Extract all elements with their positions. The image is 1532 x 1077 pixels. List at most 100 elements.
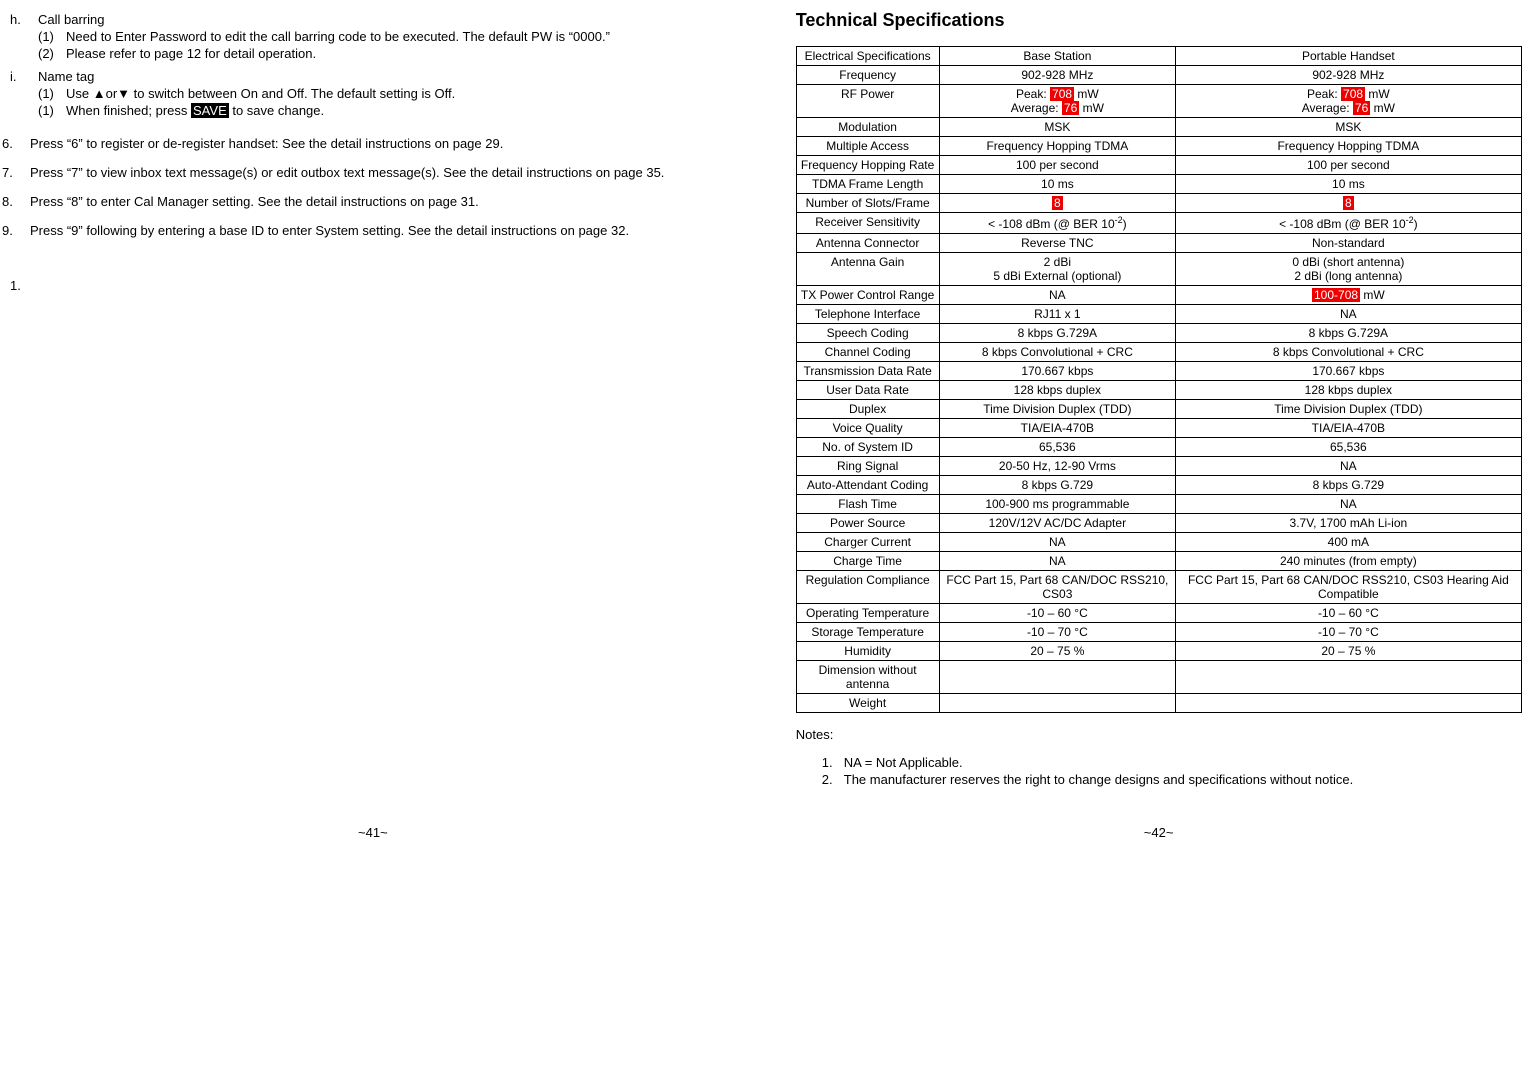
spec-name: TX Power Control Range	[796, 285, 939, 304]
spec-value: 8 kbps G.729A	[1176, 323, 1521, 342]
subitem-label: (1)	[38, 29, 54, 44]
subitem-text: Need to Enter Password to edit the call …	[66, 29, 610, 44]
spec-value: Non-standard	[1176, 233, 1521, 252]
spec-value: 20-50 Hz, 12-90 Vrms	[939, 456, 1176, 475]
spec-value: 8 kbps G.729	[1176, 475, 1521, 494]
table-row: Transmission Data Rate170.667 kbps170.66…	[796, 361, 1521, 380]
step-text: Press “9” following by entering a base I…	[30, 223, 629, 238]
step-label: 8.	[2, 194, 13, 209]
table-row: Dimension without antenna	[796, 660, 1521, 693]
table-row: Telephone InterfaceRJ11 x 1NA	[796, 304, 1521, 323]
spec-name: Antenna Connector	[796, 233, 939, 252]
spec-name: Regulation Compliance	[796, 570, 939, 603]
spec-value: 8	[1176, 193, 1521, 212]
spec-value: 100 per second	[1176, 155, 1521, 174]
spec-value: Time Division Duplex (TDD)	[939, 399, 1176, 418]
save-label: SAVE	[191, 103, 229, 118]
item-title: Call barring	[38, 12, 104, 27]
subitem-pre: When finished; press	[66, 103, 191, 118]
spec-name: Frequency	[796, 65, 939, 84]
table-row: Ring Signal20-50 Hz, 12-90 VrmsNA	[796, 456, 1521, 475]
spec-value: TIA/EIA-470B	[939, 418, 1176, 437]
subitem: (1) Need to Enter Password to edit the c…	[66, 29, 736, 44]
spec-value: 20 – 75 %	[939, 641, 1176, 660]
table-row: Frequency902-928 MHz902-928 MHz	[796, 65, 1521, 84]
subitem-post: to save change.	[229, 103, 324, 118]
spec-value: 128 kbps duplex	[939, 380, 1176, 399]
spec-value: NA	[1176, 456, 1521, 475]
step-text: Press “7” to view inbox text message(s) …	[30, 165, 664, 180]
table-row: Operating Temperature-10 – 60 °C-10 – 60…	[796, 603, 1521, 622]
spec-value: Time Division Duplex (TDD)	[1176, 399, 1521, 418]
note-text: The manufacturer reserves the right to c…	[844, 772, 1353, 787]
note-2: 2. The manufacturer reserves the right t…	[844, 772, 1522, 787]
spec-name: Multiple Access	[796, 136, 939, 155]
table-row: Number of Slots/Frame88	[796, 193, 1521, 212]
step-6: 6. Press “6” to register or de-register …	[30, 136, 736, 151]
header-base: Base Station	[939, 46, 1176, 65]
step-8: 8. Press “8” to enter Cal Manager settin…	[30, 194, 736, 209]
spec-value: 8 kbps G.729A	[939, 323, 1176, 342]
table-row: ModulationMSKMSK	[796, 117, 1521, 136]
sublist-i: (1) Use ▲or▼ to switch between On and Of…	[38, 86, 736, 118]
spec-value: 100-900 ms programmable	[939, 494, 1176, 513]
step-label: 9.	[2, 223, 13, 238]
spec-value	[1176, 693, 1521, 712]
spec-value: NA	[1176, 494, 1521, 513]
table-row: Charger CurrentNA400 mA	[796, 532, 1521, 551]
subitem: (1) Use ▲or▼ to switch between On and Of…	[66, 86, 736, 101]
spec-value: 170.667 kbps	[939, 361, 1176, 380]
subitem: (1) When finished; press SAVE to save ch…	[66, 103, 736, 118]
spec-name: Transmission Data Rate	[796, 361, 939, 380]
item-letter: i.	[10, 69, 17, 84]
spec-value: 902-928 MHz	[939, 65, 1176, 84]
subitem-label: (1)	[38, 103, 54, 118]
table-header-row: Electrical Specifications Base Station P…	[796, 46, 1521, 65]
spec-value: 128 kbps duplex	[1176, 380, 1521, 399]
spec-value: < -108 dBm (@ BER 10-2)	[939, 212, 1176, 233]
spec-value: 100 per second	[939, 155, 1176, 174]
step-7: 7. Press “7” to view inbox text message(…	[30, 165, 736, 180]
table-row: DuplexTime Division Duplex (TDD)Time Div…	[796, 399, 1521, 418]
header-handset: Portable Handset	[1176, 46, 1521, 65]
header-spec: Electrical Specifications	[796, 46, 939, 65]
page-number-left: ~41~	[10, 825, 736, 840]
spec-value: 8 kbps Convolutional + CRC	[939, 342, 1176, 361]
spec-name: Power Source	[796, 513, 939, 532]
spec-value: 10 ms	[939, 174, 1176, 193]
note-text: NA = Not Applicable.	[844, 755, 963, 770]
spec-name: Voice Quality	[796, 418, 939, 437]
spec-value: 8 kbps G.729	[939, 475, 1176, 494]
spec-value: NA	[939, 551, 1176, 570]
notes-section: Notes: 1. NA = Not Applicable. 2. The ma…	[796, 727, 1522, 787]
spec-value: 400 mA	[1176, 532, 1521, 551]
note-label: 1.	[822, 755, 833, 770]
spec-name: Number of Slots/Frame	[796, 193, 939, 212]
spec-value: Frequency Hopping TDMA	[939, 136, 1176, 155]
spec-name: Auto-Attendant Coding	[796, 475, 939, 494]
spec-value	[939, 693, 1176, 712]
subitem-pre: Use	[66, 86, 93, 101]
spec-name: User Data Rate	[796, 380, 939, 399]
spec-value: 902-928 MHz	[1176, 65, 1521, 84]
spec-value: NA	[939, 532, 1176, 551]
spec-name: Storage Temperature	[796, 622, 939, 641]
table-row: Auto-Attendant Coding8 kbps G.7298 kbps …	[796, 475, 1521, 494]
spec-name: Humidity	[796, 641, 939, 660]
spec-value: 170.667 kbps	[1176, 361, 1521, 380]
table-row: Weight	[796, 693, 1521, 712]
table-row: TDMA Frame Length10 ms10 ms	[796, 174, 1521, 193]
spec-name: Charge Time	[796, 551, 939, 570]
table-row: Power Source120V/12V AC/DC Adapter3.7V, …	[796, 513, 1521, 532]
item-letter: h.	[10, 12, 21, 27]
notes-title: Notes:	[796, 727, 1522, 742]
spec-name: Telephone Interface	[796, 304, 939, 323]
subitem-label: (1)	[38, 86, 54, 101]
table-row: Speech Coding8 kbps G.729A8 kbps G.729A	[796, 323, 1521, 342]
spec-value: Peak: 708 mWAverage: 76 mW	[939, 84, 1176, 117]
table-row: Flash Time100-900 ms programmableNA	[796, 494, 1521, 513]
subitem-text: Please refer to page 12 for detail opera…	[66, 46, 316, 61]
spec-value: 65,536	[939, 437, 1176, 456]
spec-value: Reverse TNC	[939, 233, 1176, 252]
arrows-icon: ▲or▼	[93, 86, 130, 101]
